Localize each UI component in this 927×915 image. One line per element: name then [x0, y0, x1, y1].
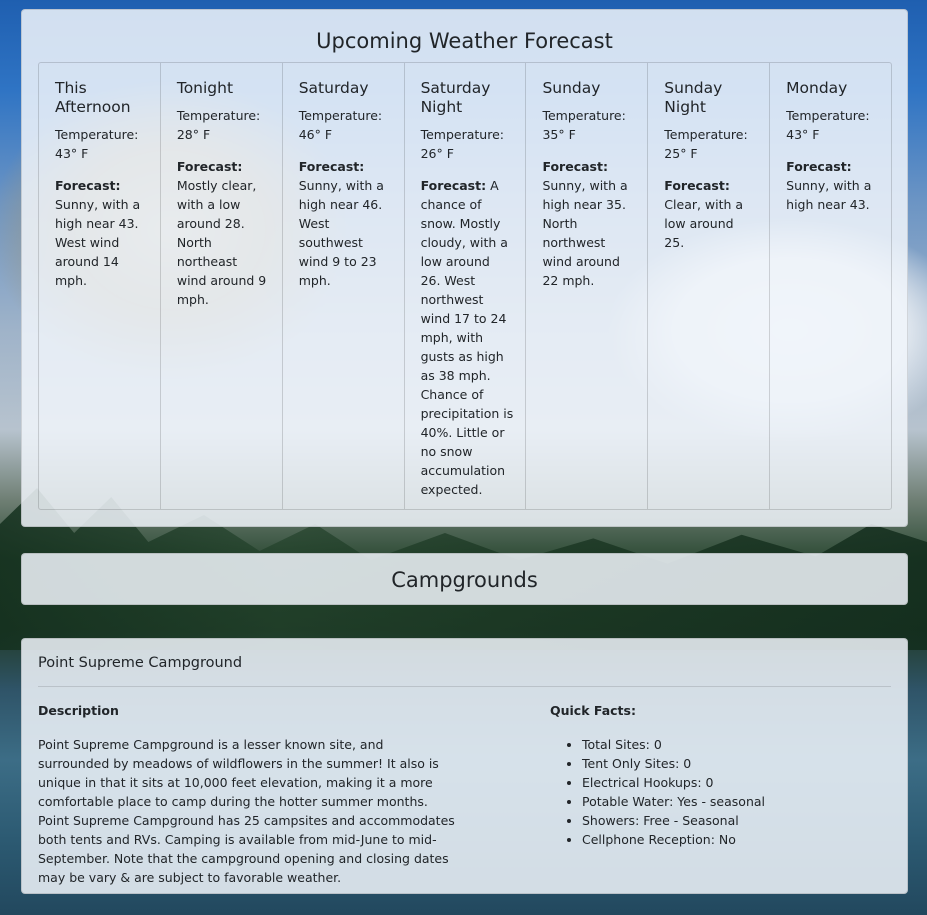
- forecast-label: Forecast:: [786, 159, 852, 174]
- forecast-periods: This Afternoon Temperature: 43° F Foreca…: [38, 62, 892, 510]
- forecast-period: This Afternoon Temperature: 43° F Foreca…: [39, 63, 161, 509]
- period-forecast: Forecast: Sunny, with a high near 43. We…: [55, 176, 148, 290]
- forecast-label: Forecast:: [176, 159, 243, 174]
- period-temperature: Temperature: 43° F: [786, 108, 870, 142]
- forecast-period: Sunday Night Temperature: 25° F Forecast…: [648, 63, 771, 509]
- quick-fact-item: Total Sites: 0: [582, 735, 765, 754]
- forecast-period: Sunday Temperature: 35° F Forecast: Sunn…: [526, 63, 649, 509]
- period-forecast: Forecast: Clear, with a low around 25.: [664, 176, 757, 252]
- forecast-label: Forecast:: [55, 178, 121, 193]
- period-forecast: Forecast: Sunny, with a high near 43.: [786, 157, 879, 214]
- forecast-label: Forecast:: [298, 159, 365, 174]
- forecast-detail: Sunny, with a high near 43.: [786, 178, 872, 212]
- divider: [38, 686, 891, 687]
- campground-description: Point Supreme Campground is a lesser kno…: [38, 737, 455, 885]
- description-heading: Description: [38, 703, 119, 718]
- period-name: Sunday: [542, 79, 601, 97]
- forecast-title: Upcoming Weather Forecast: [316, 29, 613, 53]
- forecast-label: Forecast:: [420, 178, 487, 193]
- forecast-label: Forecast:: [664, 178, 730, 193]
- quick-fact-item: Tent Only Sites: 0: [582, 754, 765, 773]
- weather-forecast-card: Upcoming Weather Forecast This Afternoon…: [21, 9, 908, 527]
- period-name: Tonight: [176, 79, 234, 97]
- period-temperature: Temperature: 25° F: [664, 127, 748, 161]
- period-temperature: Temperature: 35° F: [542, 108, 626, 142]
- forecast-detail: Sunny, with a high near 35. North northw…: [542, 178, 628, 288]
- period-forecast: Forecast: Sunny, with a high near 46. We…: [299, 157, 392, 290]
- forecast-detail: Sunny, with a high near 46. West southwe…: [298, 178, 384, 288]
- period-name: Saturday Night: [420, 79, 491, 116]
- page-background: { "forecast": { "title": "Upcoming Weath…: [0, 0, 927, 915]
- period-forecast: Forecast: Sunny, with a high near 35. No…: [542, 157, 635, 290]
- forecast-label: Forecast:: [542, 159, 608, 174]
- period-name: Sunday Night: [664, 79, 723, 116]
- period-temperature: Temperature: 26° F: [420, 127, 504, 161]
- campground-name: Point Supreme Campground: [38, 655, 243, 671]
- forecast-detail: Mostly clear, with a low around 28. Nort…: [176, 178, 267, 307]
- quick-fact-item: Potable Water: Yes - seasonal: [582, 792, 765, 811]
- quick-facts-heading: Quick Facts:: [550, 703, 636, 718]
- period-name: This Afternoon: [55, 79, 131, 116]
- forecast-period: Saturday Temperature: 46° F Forecast: Su…: [283, 63, 405, 509]
- period-temperature: Temperature: 43° F: [55, 127, 139, 161]
- campgrounds-header-card: Campgrounds: [21, 553, 908, 605]
- forecast-detail: Sunny, with a high near 43. West wind ar…: [55, 197, 141, 288]
- period-name: Saturday: [298, 79, 369, 97]
- quick-fact-item: Showers: Free - Seasonal: [582, 811, 765, 830]
- campground-card: Point Supreme Campground Description Poi…: [21, 638, 908, 894]
- quick-facts-list: Total Sites: 0 Tent Only Sites: 0 Electr…: [550, 735, 765, 849]
- period-forecast: Forecast: Mostly clear, with a low aroun…: [177, 157, 270, 309]
- forecast-period: Monday Temperature: 43° F Forecast: Sunn…: [770, 63, 891, 509]
- quick-fact-item: Electrical Hookups: 0: [582, 773, 765, 792]
- forecast-period: Tonight Temperature: 28° F Forecast: Mos…: [161, 63, 283, 509]
- quick-fact-item: Cellphone Reception: No: [582, 830, 765, 849]
- period-temperature: Temperature: 46° F: [298, 108, 383, 142]
- period-name: Monday: [786, 79, 848, 97]
- forecast-period: Saturday Night Temperature: 26° F Foreca…: [405, 63, 527, 509]
- period-forecast: Forecast: A chance of snow. Mostly cloud…: [421, 176, 514, 499]
- campgrounds-title: Campgrounds: [391, 568, 538, 592]
- period-temperature: Temperature: 28° F: [176, 108, 261, 142]
- forecast-detail: Clear, with a low around 25.: [664, 197, 744, 250]
- forecast-detail: A chance of snow. Mostly cloudy, with a …: [420, 178, 514, 497]
